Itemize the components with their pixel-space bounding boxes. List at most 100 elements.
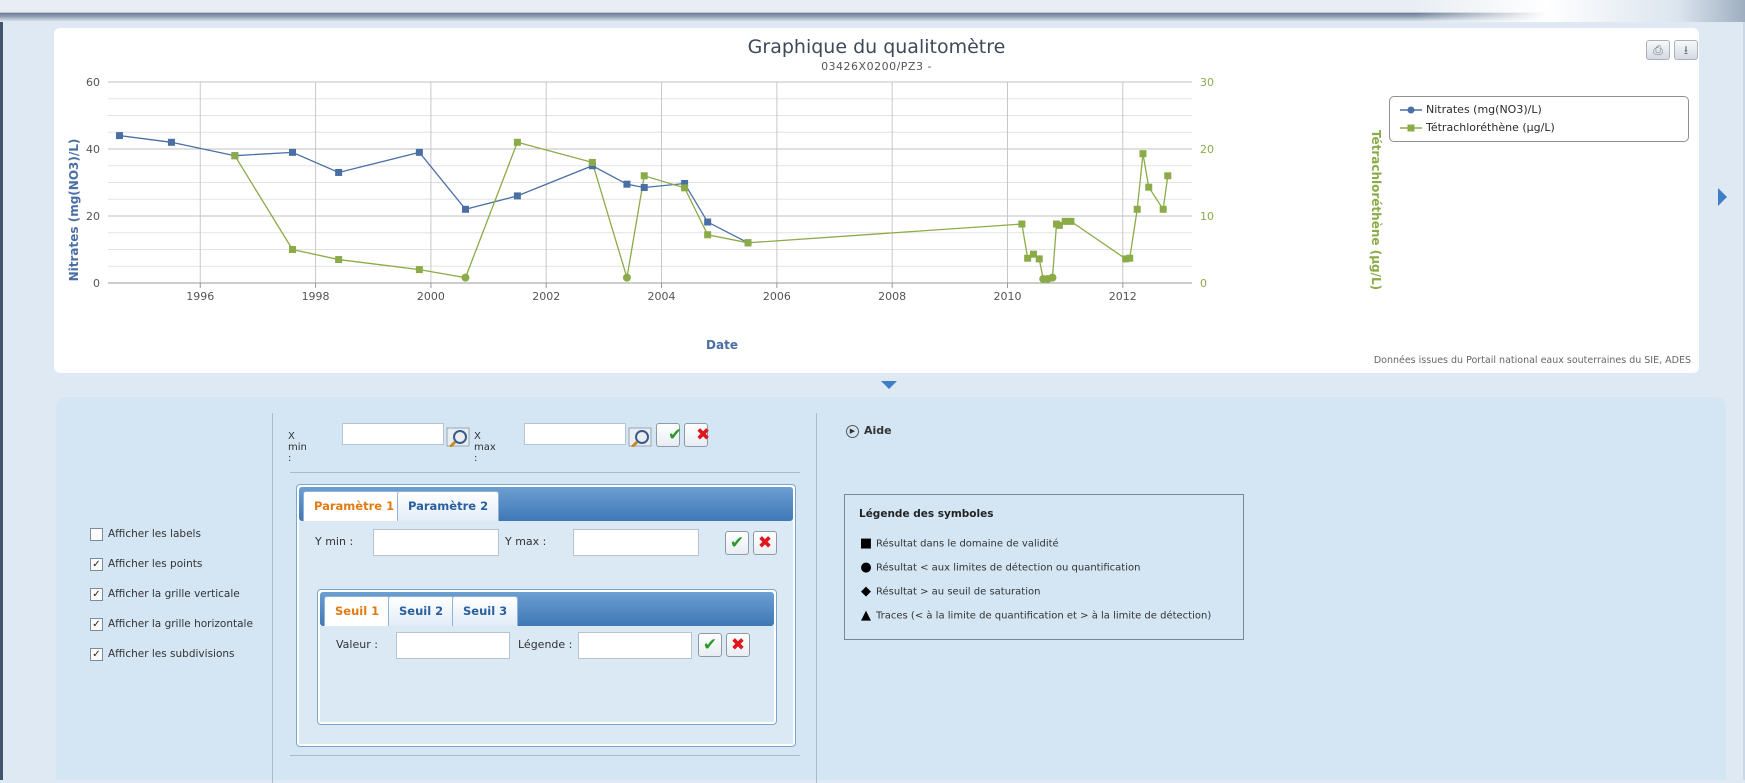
option-subdivisions-text: Afficher les subdivisions [108, 648, 235, 660]
series-point [461, 205, 469, 213]
chart-card: Graphique du qualitomètre 03426X0200/PZ3… [54, 28, 1699, 373]
x-tick-label: 2000 [417, 290, 445, 303]
xmin-input[interactable] [342, 423, 444, 445]
x-range-apply-button[interactable]: ✔ [656, 423, 683, 447]
parameter-tabbar: Paramètre 1 Paramètre 2 [299, 487, 793, 522]
expand-side-arrow[interactable] [1718, 188, 1727, 206]
x-tick-label: 2012 [1109, 290, 1137, 303]
display-options: Afficher les labels ✓ Afficher les points… [90, 519, 253, 669]
symbol-legend-title: Légende des symboles [859, 508, 994, 520]
check-icon: ✔ [702, 635, 718, 655]
series-point [167, 138, 175, 146]
y-left-tick-label: 60 [86, 76, 100, 89]
checkbox-labels[interactable] [90, 527, 103, 541]
x-tick-label: 1996 [186, 290, 214, 303]
symbol-row-below-limit: ● Résultat < aux limites de détection ou … [859, 560, 1140, 575]
checkbox-vertical-grid[interactable]: ✓ [90, 587, 103, 601]
x-range-divider [290, 472, 800, 473]
legende-label: Légende : [518, 638, 573, 651]
series-point [744, 239, 752, 247]
option-points[interactable]: ✓ Afficher les points [90, 549, 253, 579]
option-horizontal-grid-text: Afficher la grille horizontale [108, 618, 253, 630]
y-left-tick-label: 20 [86, 210, 100, 223]
option-points-text: Afficher les points [108, 558, 203, 570]
checkbox-points[interactable]: ✓ [90, 557, 103, 571]
check-icon: ✔ [729, 533, 745, 553]
options-panel: Afficher les labels ✓ Afficher les points… [56, 397, 1726, 783]
y-left-tick-label: 0 [93, 277, 100, 290]
series-point [335, 168, 343, 176]
threshold-apply-button[interactable]: ✔ [698, 633, 722, 657]
check-icon: ✔ [668, 425, 683, 445]
series-point [1126, 254, 1134, 262]
left-border [0, 22, 3, 780]
minor-grid [108, 81, 1192, 284]
xmax-zoom-icon[interactable] [628, 425, 652, 447]
symbol-row-saturation: ◆ Résultat > au seuil de saturation [859, 584, 1040, 599]
series-point [588, 158, 596, 166]
option-vertical-grid-text: Afficher la grille verticale [108, 588, 240, 600]
checkbox-horizontal-grid[interactable]: ✓ [90, 617, 103, 631]
series-point [116, 132, 124, 140]
xmin-zoom-icon[interactable] [446, 425, 470, 447]
series-point [704, 218, 712, 226]
option-subdivisions[interactable]: ✓ Afficher les subdivisions [90, 639, 253, 669]
xmax-input[interactable] [524, 423, 626, 445]
parameter-divider [290, 755, 800, 756]
y-right-tick-label: 10 [1200, 210, 1214, 223]
series-point [231, 152, 239, 160]
option-labels-text: Afficher les labels [108, 528, 201, 540]
x-range-clear-button[interactable]: ✖ [684, 423, 710, 447]
x-tick-label: 2010 [993, 290, 1021, 303]
aide-link[interactable]: ▶ Aide [846, 424, 892, 438]
series-point [1018, 220, 1026, 228]
collapse-panel-arrow[interactable] [881, 381, 897, 389]
option-labels[interactable]: Afficher les labels [90, 519, 253, 549]
threshold-tabs: Seuil 1 Seuil 2 Seuil 3 Valeur : Légende… [317, 589, 777, 725]
legend-item-nitrates[interactable]: Nitrates (mg(NO3)/L) [1400, 103, 1542, 116]
y-range-apply-button[interactable]: ✔ [725, 531, 749, 555]
parameter-tabs: Paramètre 1 Paramètre 2 Y min : Y max : … [296, 484, 796, 747]
y-right-tick-label: 30 [1200, 76, 1214, 89]
x-axis-title: Date [706, 338, 738, 352]
separator-right [816, 413, 817, 783]
series-point [513, 138, 521, 146]
xmin-label: X min : [288, 431, 307, 464]
legende-input[interactable] [578, 632, 692, 659]
ymin-label: Y min : [315, 535, 354, 548]
series-point [623, 180, 631, 188]
valeur-label: Valeur : [336, 638, 378, 651]
tab-seuil-3[interactable]: Seuil 3 [452, 596, 519, 626]
aide-label: Aide [864, 424, 892, 437]
series-point [640, 184, 648, 192]
option-vertical-grid[interactable]: ✓ Afficher la grille verticale [90, 579, 253, 609]
checkbox-subdivisions[interactable]: ✓ [90, 647, 103, 661]
ymax-input[interactable] [573, 529, 699, 556]
play-icon: ▶ [846, 424, 859, 438]
x-tick-label: 2008 [878, 290, 906, 303]
series-point [289, 148, 297, 156]
y-range-clear-button[interactable]: ✖ [753, 531, 777, 555]
series-point [513, 192, 521, 200]
tab-parametre-2[interactable]: Paramètre 2 [397, 491, 500, 521]
triangle-icon: ▲ [861, 608, 871, 623]
valeur-input[interactable] [396, 632, 510, 659]
tab-seuil-2[interactable]: Seuil 2 [388, 596, 455, 626]
option-horizontal-grid[interactable]: ✓ Afficher la grille horizontale [90, 609, 253, 639]
circle-icon: ● [860, 560, 872, 575]
ymax-label: Y max : [505, 535, 547, 548]
series-point [681, 184, 689, 192]
close-icon: ✖ [730, 635, 746, 655]
y-left-tick-label: 40 [86, 143, 100, 156]
tab-seuil-1[interactable]: Seuil 1 [324, 596, 391, 627]
legend-swatch-nitrates [1400, 106, 1422, 114]
tab-parametre-1[interactable]: Paramètre 1 [303, 491, 406, 522]
symbol-legend: Légende des symboles ■ Résultat dans le d… [844, 494, 1244, 640]
ymin-input[interactable] [373, 529, 499, 556]
x-tick-label: 2004 [648, 290, 676, 303]
threshold-clear-button[interactable]: ✖ [726, 633, 750, 657]
chart-credits: Données issues du Portail national eaux … [1373, 355, 1691, 366]
series-point [461, 273, 470, 282]
legend-item-tetrachlorethene[interactable]: Tétrachloréthène (µg/L) [1400, 121, 1555, 134]
symbol-text-below-limit: Résultat < aux limites de détection ou q… [876, 562, 1141, 574]
